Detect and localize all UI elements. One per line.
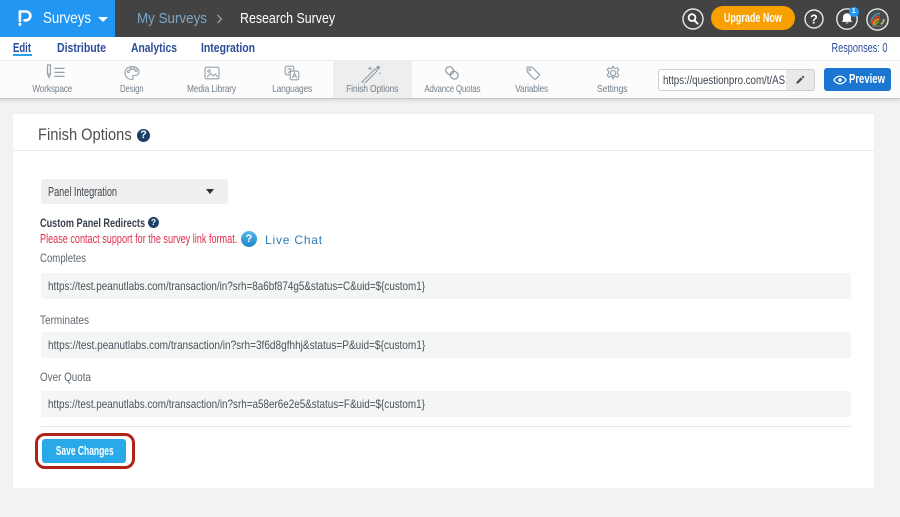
svg-text:?: ? [810, 12, 818, 26]
